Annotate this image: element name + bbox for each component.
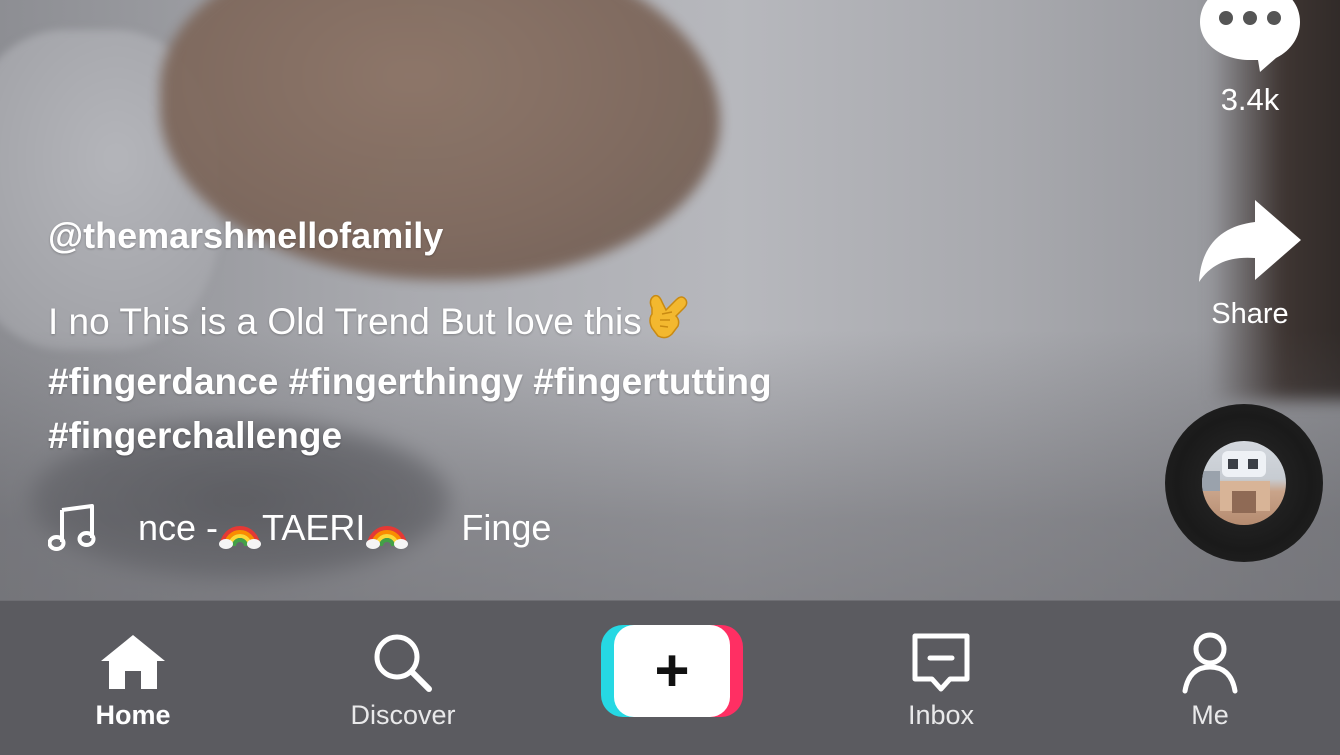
rainbow-emoji-icon bbox=[366, 526, 409, 549]
music-prefix: nce - bbox=[138, 507, 219, 548]
comment-count: 3.4k bbox=[1220, 82, 1280, 117]
create-video-button[interactable]: + bbox=[601, 625, 743, 717]
music-track-title: nce - TAERI Finge bbox=[138, 506, 551, 550]
nav-inbox[interactable]: Inbox bbox=[856, 601, 1026, 755]
video-description: I no This is a Old Trend But love this #… bbox=[48, 290, 1048, 463]
music-suffix: Finge bbox=[461, 507, 552, 548]
nav-home-label: Home bbox=[95, 700, 171, 730]
share-arrow-icon[interactable] bbox=[1193, 196, 1305, 288]
comment-bubble-icon[interactable] bbox=[1192, 0, 1308, 74]
rainbow-emoji-icon bbox=[219, 526, 262, 549]
search-icon bbox=[374, 634, 432, 692]
description-text: I no This is a Old Trend But love this bbox=[48, 301, 642, 342]
music-ticker[interactable]: nce - TAERI Finge bbox=[48, 500, 551, 556]
nav-me-label: Me bbox=[1191, 700, 1229, 730]
call-me-hand-emoji-icon bbox=[646, 290, 690, 355]
sound-avatar-image bbox=[1202, 441, 1286, 525]
nav-me[interactable]: Me bbox=[1125, 601, 1295, 755]
music-artist: TAERI bbox=[262, 507, 366, 548]
nav-inbox-label: Inbox bbox=[907, 700, 975, 730]
home-icon bbox=[101, 635, 165, 689]
nav-home[interactable]: Home bbox=[48, 601, 218, 755]
create-plus-icon: + bbox=[654, 637, 690, 704]
nav-discover-label: Discover bbox=[350, 700, 456, 730]
inbox-icon bbox=[912, 633, 970, 692]
nav-discover[interactable]: Discover bbox=[318, 601, 488, 755]
share-label[interactable]: Share bbox=[1190, 298, 1310, 331]
music-note-icon bbox=[48, 504, 96, 551]
video-caption: @themarshmellofamily I no This is a Old … bbox=[48, 212, 1048, 463]
hashtags-line-2[interactable]: #fingerchallenge bbox=[48, 415, 342, 456]
hashtags-line-1[interactable]: #fingerdance #fingerthingy #fingertuttin… bbox=[48, 361, 772, 402]
username-link[interactable]: @themarshmellofamily bbox=[48, 212, 1048, 260]
profile-icon bbox=[1182, 632, 1238, 694]
music-disc-avatar[interactable] bbox=[1165, 404, 1323, 562]
